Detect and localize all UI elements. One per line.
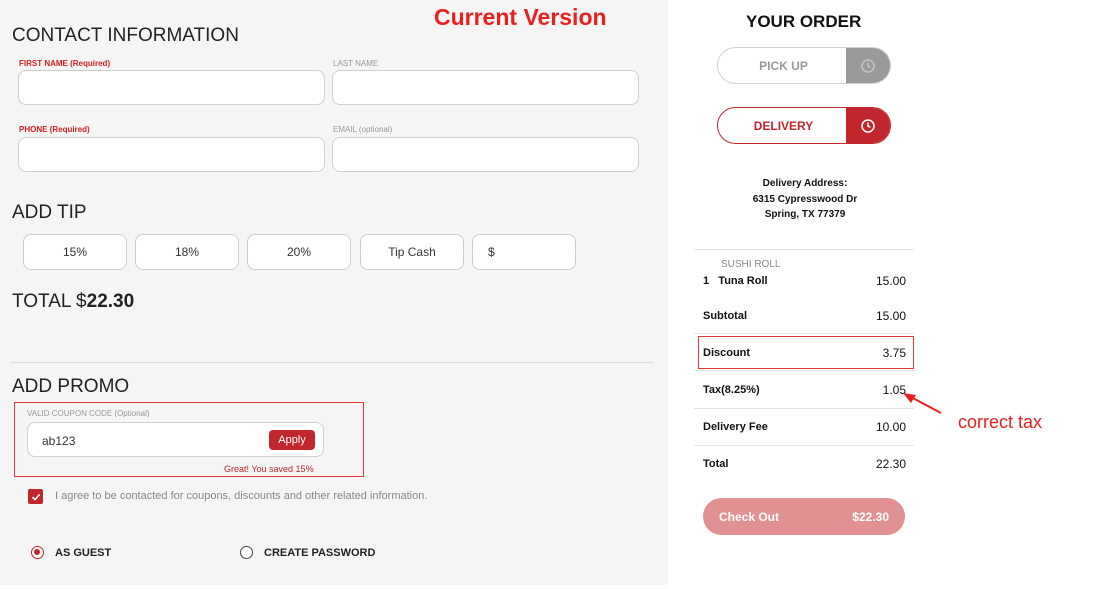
annotation-arrow-icon [903,393,942,414]
annotation-text: correct tax [958,412,1043,432]
checkout-page: CONTACT INFORMATION FIRST NAME (Required… [0,0,1094,589]
